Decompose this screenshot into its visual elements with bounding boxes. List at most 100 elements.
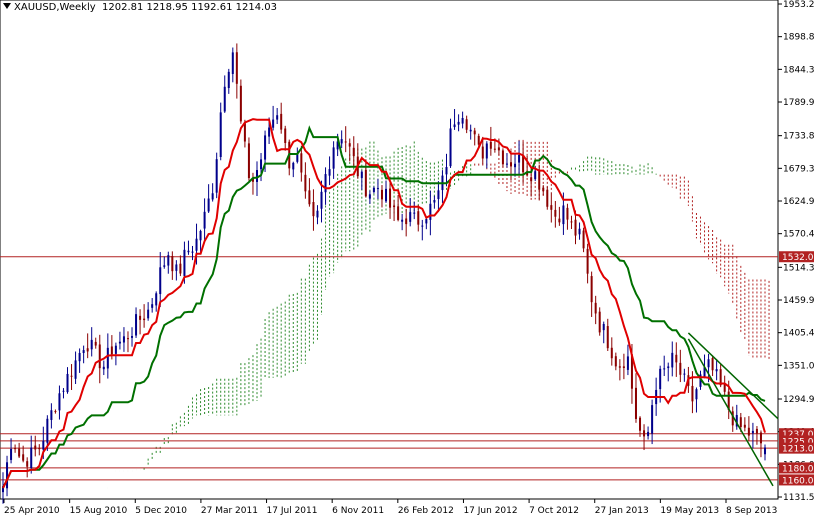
candle-body xyxy=(643,430,646,437)
candle-body xyxy=(179,263,182,274)
y-tick-label: 1624.90 xyxy=(783,197,815,207)
candle-body xyxy=(397,206,400,220)
candle-body xyxy=(461,118,464,124)
candle-body xyxy=(647,431,650,437)
candle-body xyxy=(106,347,109,369)
candle-body xyxy=(211,193,214,200)
candle-body xyxy=(542,187,545,192)
candle-body xyxy=(38,447,41,450)
plot-area xyxy=(0,0,779,500)
candle-body xyxy=(546,189,549,207)
candle-body xyxy=(90,339,93,350)
candle-body xyxy=(421,225,424,227)
candle-body xyxy=(175,264,178,271)
candle-body xyxy=(409,212,412,222)
candle-body xyxy=(562,205,565,225)
candle-body xyxy=(110,346,113,355)
y-tick-label: 1953.25 xyxy=(783,0,815,10)
candle-body xyxy=(514,163,517,168)
dropdown-arrow-icon[interactable] xyxy=(3,3,11,9)
level-tag-label: 1213.00 xyxy=(782,445,815,455)
candle-body xyxy=(14,448,17,450)
candle-body xyxy=(610,347,613,359)
x-tick-label: 8 Sep 2013 xyxy=(726,506,777,516)
candle-body xyxy=(594,302,597,314)
candle-body xyxy=(586,248,589,274)
candle-body xyxy=(433,200,436,203)
candle-body xyxy=(163,265,166,267)
candle-body xyxy=(300,153,303,173)
candle-body xyxy=(691,385,694,402)
candle-body xyxy=(497,147,500,151)
y-tick-label: 1898.80 xyxy=(783,33,815,43)
candle-body xyxy=(78,352,81,362)
candle-body xyxy=(320,191,323,209)
symbol-label: XAUUSD,Weekly xyxy=(14,2,96,13)
candle-body xyxy=(389,188,392,208)
candle-body xyxy=(215,159,218,193)
candle-body xyxy=(437,190,440,200)
x-tick-label: 19 May 2013 xyxy=(660,506,719,516)
y-tick-label: 1131.55 xyxy=(783,493,815,503)
candle-body xyxy=(747,427,750,436)
y-tick-label: 1294.90 xyxy=(783,395,815,405)
candle-body xyxy=(58,393,61,411)
candle-body xyxy=(489,141,492,149)
candle-body xyxy=(316,210,319,218)
candle-body xyxy=(268,127,271,137)
candle-body xyxy=(147,309,150,319)
candle-body xyxy=(614,356,617,367)
x-tick-label: 25 Apr 2010 xyxy=(4,506,60,516)
candle-body xyxy=(639,417,642,431)
candle-body xyxy=(534,171,537,179)
y-tick-label: 1514.35 xyxy=(783,263,815,273)
candle-body xyxy=(570,221,573,223)
candle-body xyxy=(231,52,234,74)
candle-body xyxy=(10,448,13,460)
candle-body xyxy=(312,202,315,217)
candle-body xyxy=(477,135,480,145)
candle-body xyxy=(598,311,601,333)
candle-body xyxy=(207,198,210,212)
y-tick-label: 1679.35 xyxy=(783,164,815,174)
candle-body xyxy=(66,373,69,393)
candle-body xyxy=(376,188,379,190)
candle-body xyxy=(139,315,142,320)
x-tick-label: 6 Nov 2011 xyxy=(332,506,384,516)
candle-body xyxy=(695,389,698,400)
candle-body xyxy=(219,112,222,158)
candle-body xyxy=(292,162,295,170)
candle-body xyxy=(94,341,97,346)
candle-body xyxy=(626,356,629,370)
candle-body xyxy=(191,251,194,253)
candle-body xyxy=(505,163,508,165)
candle-body xyxy=(606,326,609,349)
candle-body xyxy=(651,405,654,434)
x-tick-label: 26 Feb 2012 xyxy=(398,506,454,516)
candle-body xyxy=(582,230,585,249)
candle-body xyxy=(518,154,521,163)
y-tick-label: 1459.90 xyxy=(783,296,815,306)
candle-body xyxy=(344,141,347,143)
candle-body xyxy=(457,121,460,125)
candle-body xyxy=(118,341,121,344)
candle-body xyxy=(203,211,206,229)
level-tag-label: 1532.00 xyxy=(782,253,815,263)
candle-body xyxy=(509,162,513,167)
candle-body xyxy=(86,348,89,352)
candle-body xyxy=(743,424,746,428)
candle-body xyxy=(167,255,170,266)
y-tick-label: 1405.45 xyxy=(783,329,815,339)
candle-body xyxy=(304,174,307,192)
candle-body xyxy=(324,174,327,193)
candle-body xyxy=(763,447,767,455)
candle-body xyxy=(70,375,73,377)
candle-body xyxy=(143,318,146,321)
candle-body xyxy=(159,267,162,295)
candle-body xyxy=(671,352,674,368)
candle-body xyxy=(22,454,25,461)
candle-body xyxy=(18,448,21,457)
candle-body xyxy=(223,86,226,112)
candle-body xyxy=(264,135,267,160)
candle-body xyxy=(26,461,29,467)
